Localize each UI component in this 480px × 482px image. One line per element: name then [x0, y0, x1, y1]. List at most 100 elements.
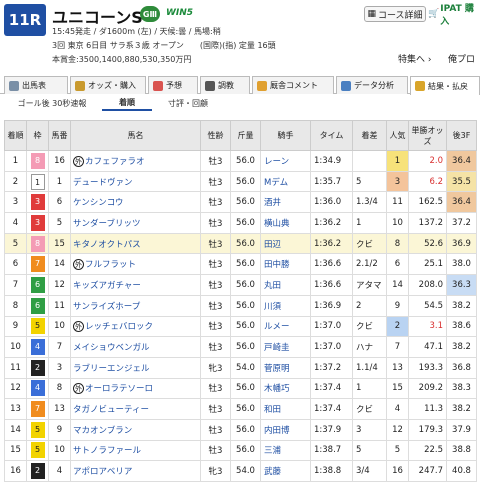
horse-name-cell[interactable]: 外オーロラテソーロ [70, 377, 201, 400]
jockey-link[interactable]: 内田博 [260, 418, 311, 441]
jockey-link[interactable]: 酒井 [260, 191, 311, 214]
waku-cell: 4 [26, 377, 49, 400]
horse-name-link[interactable]: カフェファラオ [85, 157, 145, 167]
grade-badge: GⅢ [140, 6, 160, 22]
sex-age: 牡3 [200, 212, 231, 234]
column-header: 性齢 [200, 120, 231, 151]
sex-age: 牝3 [200, 356, 231, 379]
tab-5[interactable]: データ分析 [336, 76, 408, 94]
horse-name-link[interactable]: アポロアベリア [73, 467, 132, 477]
waku-badge: 4 [30, 339, 45, 356]
horse-name-cell[interactable]: 外フルフラット [70, 253, 201, 276]
horse-name-link[interactable]: オーロラテソーロ [85, 384, 153, 394]
horse-name-link[interactable]: サトノラファール [73, 446, 141, 456]
horse-name-cell[interactable]: メイショウベンガル [70, 336, 201, 358]
tab-1[interactable]: オッズ・購入 [70, 76, 146, 94]
horse-name-cell[interactable]: マカオンブラン [70, 418, 201, 441]
horse-name-link[interactable]: ケンシンコウ [73, 198, 123, 208]
margin: 2 [352, 294, 387, 317]
table-row: 8 6 11 サンライズホープ 牡3 56.0 川須 1:36.9 2 9 54.5 38.2 [4, 294, 477, 317]
horse-name-link[interactable]: デュードヴァン [73, 178, 133, 188]
tab-4[interactable]: 厩舎コメント [252, 76, 334, 94]
weight: 54.0 [230, 460, 261, 482]
stopwatch-icon [205, 80, 215, 91]
horse-name-cell[interactable]: サトノラファール [70, 439, 201, 462]
jockey-link[interactable]: 丸田 [260, 274, 311, 296]
horse-name-cell[interactable]: サンダーブリッツ [70, 212, 201, 234]
sex-age: 牡3 [200, 439, 231, 462]
foreign-mark-icon: 外 [73, 155, 84, 167]
win-odds: 247.7 [408, 460, 447, 482]
margin: 1 [352, 377, 387, 400]
horse-name-cell[interactable]: キッズアガチャー [70, 274, 201, 296]
subtab-1[interactable]: 着順 [102, 96, 152, 111]
jockey-link[interactable]: 菅原明 [260, 356, 311, 379]
horse-name-cell[interactable]: 外カフェファラオ [70, 150, 201, 172]
jockey-link[interactable]: 田辺 [260, 232, 311, 255]
subtab-0[interactable]: ゴール後 30秒速報 [10, 96, 94, 111]
horse-name-cell[interactable]: デュードヴァン [70, 170, 201, 193]
horse-name-link[interactable]: ラブリーエンジェル [73, 364, 150, 374]
race-time: 1:37.0 [310, 336, 353, 358]
table-row: 16 2 4 アポロアベリア 牝3 54.0 武藤 1:38.8 3/4 16 247.7 40.8 [4, 460, 477, 482]
course-detail-button[interactable]: ▦ コース詳細 [364, 6, 426, 22]
popularity: 14 [386, 274, 409, 296]
last-3f: 36.8 [446, 356, 477, 379]
sex-age: 牡3 [200, 232, 231, 255]
horse-name-link[interactable]: レッチェバロック [85, 322, 153, 332]
horse-name-cell[interactable]: キタノオクトパス [70, 232, 201, 255]
horse-name-cell[interactable]: タガノビューティー [70, 398, 201, 420]
grid-icon: ▦ [367, 9, 376, 19]
horse-name-cell[interactable]: ケンシンコウ [70, 191, 201, 214]
waku-cell: 7 [26, 253, 49, 276]
horse-name-link[interactable]: キタノオクトパス [73, 240, 141, 250]
jockey-link[interactable]: 和田 [260, 398, 311, 420]
jockey-link[interactable]: 横山典 [260, 212, 311, 234]
jockey-link[interactable]: 田中勝 [260, 253, 311, 276]
race-time: 1:36.2 [310, 232, 353, 255]
win-odds: 209.2 [408, 377, 447, 400]
jockey-link[interactable]: ルメー [260, 315, 311, 338]
jockey-link[interactable]: 木幡巧 [260, 377, 311, 400]
subtab-2[interactable]: 寸評・回顧 [160, 96, 216, 111]
weight: 56.0 [230, 232, 261, 255]
win-odds: 47.1 [408, 336, 447, 358]
horse-name-cell[interactable]: 外レッチェバロック [70, 315, 201, 338]
horse-name-cell[interactable]: アポロアベリア [70, 460, 201, 482]
ore-pro-link[interactable]: 俺プロ [448, 52, 475, 65]
special-feature-link[interactable]: 特集へ › [398, 52, 432, 65]
horse-name-link[interactable]: キッズアガチャー [73, 281, 141, 291]
table-row: 14 5 9 マカオンブラン 牡3 56.0 内田博 1:37.9 3 12 179.3 37.9 [4, 418, 477, 441]
tab-6[interactable]: 結果・払戻 [410, 76, 480, 95]
tab-3[interactable]: 調教 [200, 76, 250, 94]
jockey-link[interactable]: Mデム [260, 170, 311, 193]
horse-name-link[interactable]: マカオンブラン [73, 426, 132, 436]
horse-number: 14 [48, 253, 71, 276]
race-time: 1:36.0 [310, 191, 353, 214]
horse-name-link[interactable]: フルフラット [85, 260, 136, 270]
jockey-link[interactable]: 三浦 [260, 439, 311, 462]
column-header: 騎手 [260, 120, 311, 151]
horse-name-link[interactable]: サンライズホープ [73, 302, 140, 312]
race-time: 1:37.0 [310, 315, 353, 338]
tab-2[interactable]: 予想 [148, 76, 198, 94]
horse-number: 9 [48, 418, 71, 441]
jockey-link[interactable]: 戸崎圭 [260, 336, 311, 358]
race-name: ユニコーンS [52, 8, 143, 27]
horse-name-cell[interactable]: サンライズホープ [70, 294, 201, 317]
horse-name-link[interactable]: タガノビューティー [73, 405, 149, 415]
jockey-link[interactable]: レーン [260, 150, 311, 172]
race-time: 1:34.9 [310, 150, 353, 172]
table-row: 15 5 10 サトノラファール 牡3 56.0 三浦 1:38.7 5 5 22.5 38.8 [4, 439, 477, 462]
table-row: 5 8 15 キタノオクトパス 牡3 56.0 田辺 1:36.2 クビ 8 52.6 36.9 [4, 232, 477, 255]
horse-name-cell[interactable]: ラブリーエンジェル [70, 356, 201, 379]
column-header: 単勝オッズ [408, 120, 447, 151]
tab-0[interactable]: 出馬表 [4, 76, 68, 94]
horse-name-link[interactable]: メイショウベンガル [73, 343, 150, 353]
waku-cell: 6 [26, 274, 49, 296]
horse-name-link[interactable]: サンダーブリッツ [73, 219, 141, 229]
jockey-link[interactable]: 川須 [260, 294, 311, 317]
jockey-link[interactable]: 武藤 [260, 460, 311, 482]
table-row: 9 5 10 外レッチェバロック 牡3 56.0 ルメー 1:37.0 クビ 2 3.1 38.6 [4, 315, 477, 338]
ipat-button[interactable]: 🛒 IPAT 購入 [428, 4, 480, 27]
